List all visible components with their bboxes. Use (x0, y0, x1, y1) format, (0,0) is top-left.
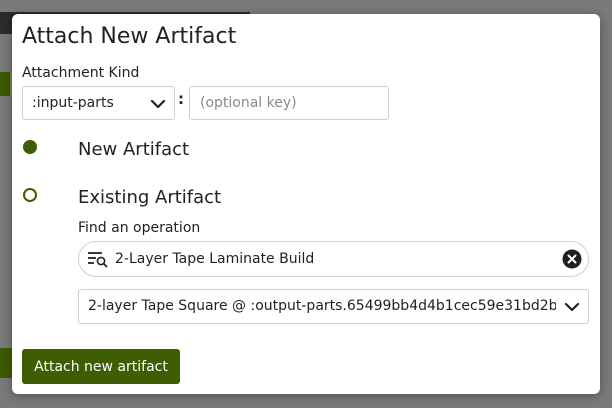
attach-artifact-modal: Attach New Artifact Attachment Kind :inp… (12, 14, 600, 394)
kind-key-separator: : (178, 90, 184, 108)
chevron-down-icon (564, 299, 580, 319)
existing-artifact-radio[interactable] (23, 188, 37, 202)
operation-search-input[interactable]: 2-Layer Tape Laminate Build (78, 241, 589, 277)
operation-select-value: 2-layer Tape Square @ :output-parts.6549… (88, 298, 556, 314)
modal-title: Attach New Artifact (22, 24, 237, 49)
new-artifact-radio[interactable] (23, 140, 37, 154)
search-query-text: 2-Layer Tape Laminate Build (115, 251, 315, 267)
chevron-down-icon (150, 96, 166, 116)
find-operation-label: Find an operation (78, 220, 201, 236)
attachment-kind-label: Attachment Kind (22, 65, 140, 81)
attachment-kind-value: :input-parts (32, 95, 114, 111)
existing-artifact-label[interactable]: Existing Artifact (78, 187, 221, 208)
attachment-key-input[interactable] (189, 86, 389, 120)
backdrop-green-bar (0, 72, 10, 96)
attachment-kind-select[interactable]: :input-parts (22, 86, 175, 120)
filter-search-icon (87, 250, 109, 272)
attach-new-artifact-button[interactable]: Attach new artifact (22, 349, 180, 384)
new-artifact-label[interactable]: New Artifact (78, 139, 189, 160)
operation-select[interactable]: 2-layer Tape Square @ :output-parts.6549… (78, 289, 589, 324)
close-circle-icon[interactable] (562, 249, 582, 273)
